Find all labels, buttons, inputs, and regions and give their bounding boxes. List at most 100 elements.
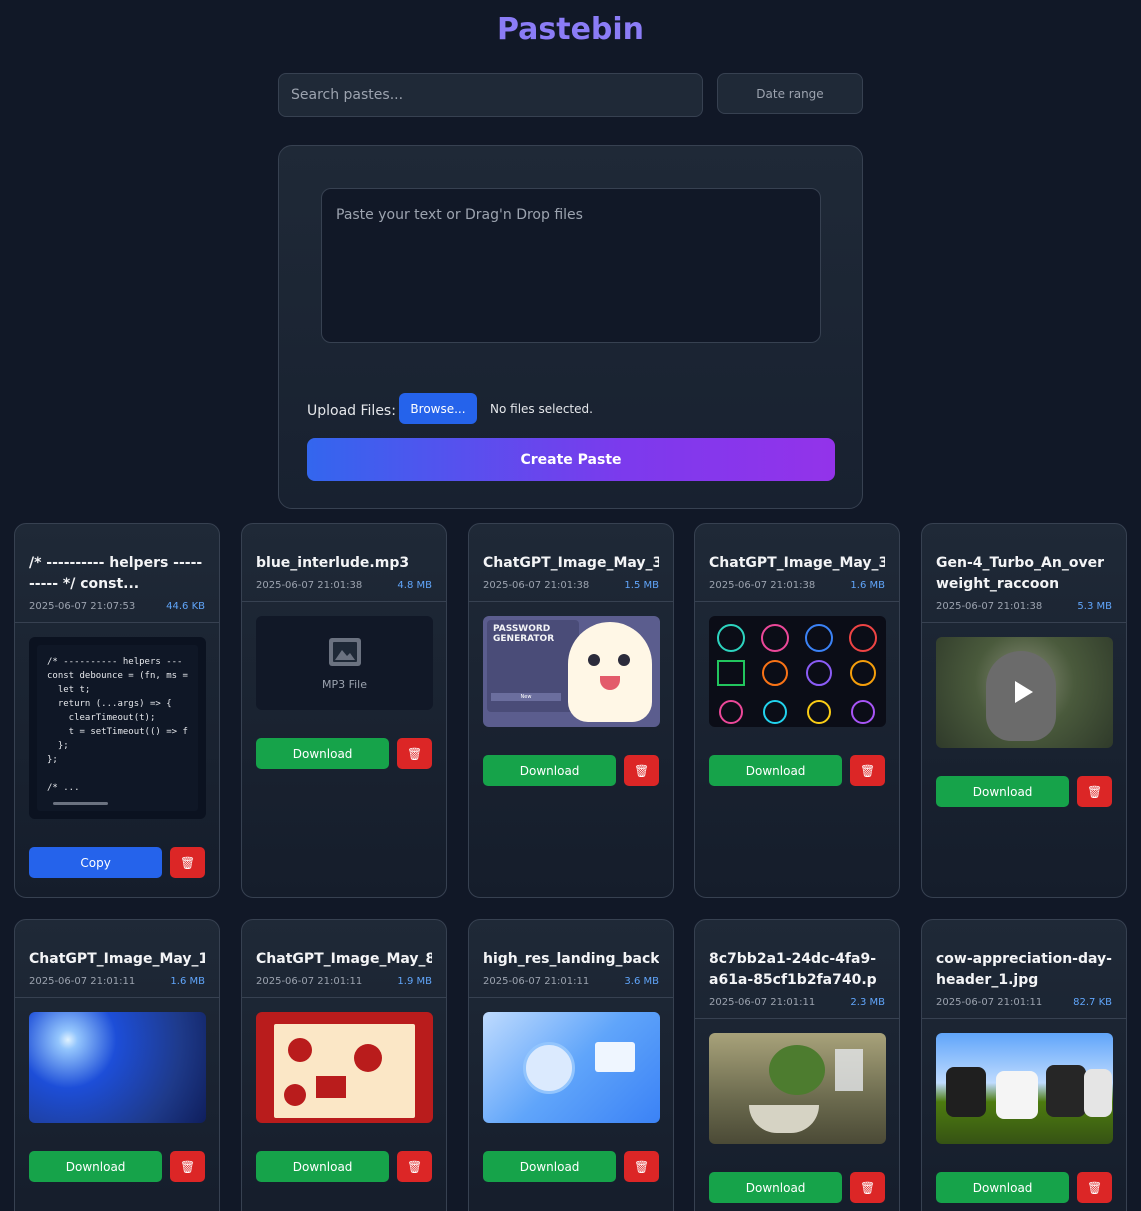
delete-button[interactable]: 🗑: [624, 755, 659, 786]
image-thumbnail[interactable]: [256, 1012, 433, 1123]
card-header: ChatGPT_Image_May_8_2025 2025-06-07 21:0…: [242, 920, 446, 998]
card-date: 2025-06-07 21:01:11: [709, 997, 816, 1008]
lab-circle: [523, 1042, 575, 1094]
card-size: 3.6 MB: [624, 976, 659, 987]
card-header: high_res_landing_background 2025-06-07 2…: [469, 920, 673, 998]
wall-sign: [835, 1049, 863, 1091]
card-size: 2.3 MB: [850, 997, 885, 1008]
card-title: 8c7bb2a1-24dc-4fa9-a61a-85cf1b2fa740.png: [709, 951, 877, 988]
card-size: 44.6 KB: [166, 601, 205, 612]
search-input[interactable]: [278, 73, 703, 117]
card-header: blue_interlude.mp3 2025-06-07 21:01:38 4.…: [242, 524, 446, 602]
image-thumbnail[interactable]: [709, 616, 886, 727]
download-button[interactable]: Download: [256, 738, 390, 769]
download-button[interactable]: Download: [29, 1151, 163, 1182]
date-range-button[interactable]: Date range: [717, 73, 863, 114]
card-title: ChatGPT_Image_May_3_2025: [709, 555, 885, 571]
paste-textarea[interactable]: [321, 188, 821, 343]
thumb-title: PASSWORD GENERATOR: [493, 624, 555, 644]
trash-icon: 🗑: [179, 855, 196, 870]
play-icon[interactable]: [1015, 681, 1033, 703]
card-title: ChatGPT_Image_May_3_2025: [483, 555, 659, 571]
browse-button[interactable]: Browse...: [399, 393, 477, 424]
card-header: cow-appreciation-day-header_1.jpg 2025-0…: [922, 920, 1126, 1019]
card-size: 1.6 MB: [850, 580, 885, 591]
download-button[interactable]: Download: [709, 1172, 843, 1203]
delete-button[interactable]: 🗑: [624, 1151, 659, 1182]
image-thumbnail[interactable]: [483, 1012, 660, 1123]
paste-card: ChatGPT_Image_May_10_2025 2025-06-07 21:…: [14, 919, 220, 1211]
cow: [996, 1071, 1038, 1119]
card-header: /* ---------- helpers ---------- */ cons…: [15, 524, 219, 623]
image-thumbnail[interactable]: [936, 1033, 1113, 1144]
download-button[interactable]: Download: [709, 755, 843, 786]
copy-button[interactable]: Copy: [29, 847, 163, 878]
card-size: 1.9 MB: [397, 976, 432, 987]
video-thumbnail[interactable]: [936, 637, 1113, 748]
trash-icon: 🗑: [406, 1159, 423, 1174]
bonsai: [769, 1045, 825, 1095]
paste-card: cow-appreciation-day-header_1.jpg 2025-0…: [921, 919, 1127, 1211]
card-header: ChatGPT_Image_May_3_2025 2025-06-07 21:0…: [695, 524, 899, 602]
lab-chart: [595, 1042, 635, 1072]
paste-card: high_res_landing_background 2025-06-07 2…: [468, 919, 674, 1211]
card-title: Gen-4_Turbo_An_overweight_raccoon: [936, 555, 1104, 592]
upload-files-label: Upload Files:: [307, 403, 396, 419]
paste-card: 8c7bb2a1-24dc-4fa9-a61a-85cf1b2fa740.png…: [694, 919, 900, 1211]
paste-card: blue_interlude.mp3 2025-06-07 21:01:38 4.…: [241, 523, 447, 898]
scrollbar[interactable]: [53, 802, 108, 805]
cow: [1046, 1065, 1086, 1117]
card-title: blue_interlude.mp3: [256, 555, 410, 571]
cow: [1084, 1069, 1112, 1117]
trash-icon: 🗑: [633, 1159, 650, 1174]
download-button[interactable]: Download: [483, 755, 617, 786]
create-paste-button[interactable]: Create Paste: [307, 438, 835, 481]
card-size: 5.3 MB: [1077, 601, 1112, 612]
delete-button[interactable]: 🗑: [397, 738, 432, 769]
page-title: Pastebin: [496, 12, 645, 47]
card-size: 82.7 KB: [1073, 997, 1112, 1008]
trash-icon: 🗑: [633, 763, 650, 778]
trash-icon: 🗑: [179, 1159, 196, 1174]
card-date: 2025-06-07 21:01:38: [483, 580, 590, 591]
card-header: 8c7bb2a1-24dc-4fa9-a61a-85cf1b2fa740.png…: [695, 920, 899, 1019]
image-thumbnail[interactable]: PASSWORD GENERATOR New: [483, 616, 660, 727]
trash-icon: 🗑: [1086, 1180, 1103, 1195]
card-size: 1.6 MB: [170, 976, 205, 987]
image-placeholder-icon: [328, 637, 361, 666]
paste-card: ChatGPT_Image_May_8_2025 2025-06-07 21:0…: [241, 919, 447, 1211]
card-date: 2025-06-07 21:07:53: [29, 601, 136, 612]
image-thumbnail[interactable]: [709, 1033, 886, 1144]
card-date: 2025-06-07 21:01:11: [29, 976, 136, 987]
card-date: 2025-06-07 21:01:11: [483, 976, 590, 987]
delete-button[interactable]: 🗑: [1077, 776, 1112, 807]
audio-placeholder: MP3 File: [256, 616, 433, 710]
image-thumbnail[interactable]: [29, 1012, 206, 1123]
paste-card: Gen-4_Turbo_An_overweight_raccoon 2025-0…: [921, 523, 1127, 898]
download-button[interactable]: Download: [936, 1172, 1070, 1203]
neon-icons-grid: [717, 624, 877, 724]
card-date: 2025-06-07 21:01:38: [936, 601, 1043, 612]
trash-icon: 🗑: [1086, 784, 1103, 799]
download-button[interactable]: Download: [256, 1151, 390, 1182]
delete-button[interactable]: 🗑: [397, 1151, 432, 1182]
delete-button[interactable]: 🗑: [850, 1172, 885, 1203]
trash-icon: 🗑: [406, 746, 423, 761]
trash-icon: 🗑: [859, 1180, 876, 1195]
download-button[interactable]: Download: [936, 776, 1070, 807]
bathtub: [749, 1105, 819, 1133]
cat-illustration: [568, 622, 652, 722]
code-preview[interactable]: /* ---------- helpers --- const debounce…: [29, 637, 206, 819]
thumb-button: New: [491, 693, 561, 701]
card-date: 2025-06-07 21:01:11: [936, 997, 1043, 1008]
spice-illustration: [274, 1024, 415, 1118]
card-header: ChatGPT_Image_May_3_2025 2025-06-07 21:0…: [469, 524, 673, 602]
download-button[interactable]: Download: [483, 1151, 617, 1182]
delete-button[interactable]: 🗑: [170, 847, 205, 878]
delete-button[interactable]: 🗑: [850, 755, 885, 786]
delete-button[interactable]: 🗑: [1077, 1172, 1112, 1203]
delete-button[interactable]: 🗑: [170, 1151, 205, 1182]
paste-card: ChatGPT_Image_May_3_2025 2025-06-07 21:0…: [694, 523, 900, 898]
card-header: Gen-4_Turbo_An_overweight_raccoon 2025-0…: [922, 524, 1126, 623]
card-title: high_res_landing_background: [483, 951, 659, 967]
